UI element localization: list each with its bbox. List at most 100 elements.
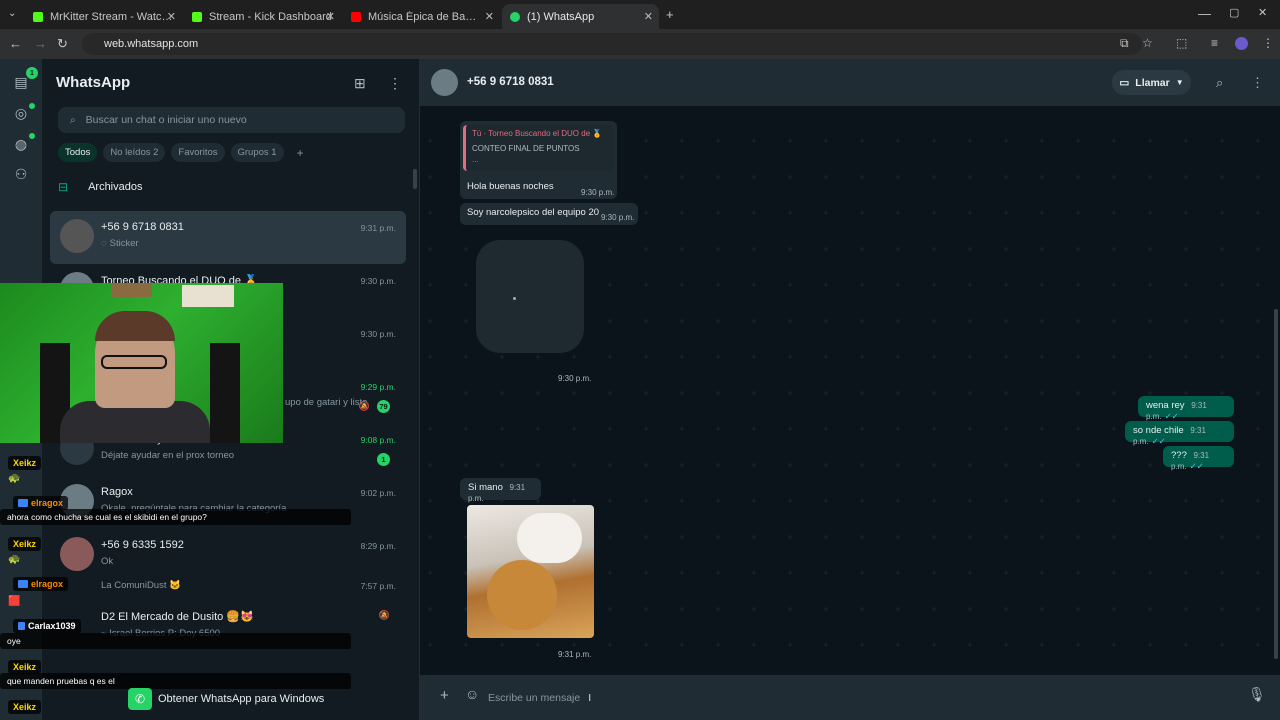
chat-time: 9:30 p.m.: [360, 276, 396, 286]
chip-groups[interactable]: Grupos 1: [230, 143, 284, 162]
minimize-icon[interactable]: —: [1198, 6, 1211, 21]
emoji-icon[interactable]: ☺: [465, 686, 479, 702]
forward-icon[interactable]: →: [34, 36, 47, 51]
chat-preview: ◌ Sticker: [101, 238, 139, 249]
stream-chat-emote: 🐢: [8, 549, 20, 567]
chat-text: ahora como chucha se cual es el skibidi …: [0, 509, 351, 525]
tab-label: Música Épica de Batalla Legendaria: [368, 10, 492, 23]
attach-plus-icon[interactable]: +: [440, 687, 449, 704]
search-icon: ⌕: [70, 114, 76, 126]
search-icon[interactable]: ⌕: [1216, 75, 1223, 91]
chat-time: 9:30 p.m.: [360, 329, 396, 339]
sidebar-scrollbar[interactable]: [413, 169, 417, 189]
chat-username: elragox: [13, 496, 69, 510]
emote: 🐢: [8, 473, 21, 484]
quote-author: Tú · Torneo Buscando el DUO de 🏅: [472, 129, 603, 138]
unread-badge: 1: [377, 453, 390, 466]
conversation-scrollbar[interactable]: [1274, 309, 1278, 659]
image-message[interactable]: [467, 505, 594, 638]
quoted-message[interactable]: Tú · Torneo Buscando el DUO de 🏅 CONTEO …: [463, 125, 613, 171]
communities-icon[interactable]: ⚇: [12, 166, 30, 184]
chip-unread[interactable]: No leídos 2: [103, 143, 166, 162]
archived-row[interactable]: ⊟ Archivados: [58, 180, 142, 194]
channels-icon[interactable]: ◍: [12, 136, 30, 154]
kick-icon: [33, 11, 43, 22]
tab-kick-dashboard[interactable]: Stream - Kick Dashboard ✕: [184, 4, 341, 29]
read-receipt-icon: ✓✓: [1164, 411, 1179, 421]
new-tab-icon[interactable]: +: [666, 7, 674, 22]
badge-icon: [18, 622, 25, 630]
add-filter-button[interactable]: +: [290, 143, 311, 162]
sticker-message[interactable]: [476, 240, 584, 353]
chat-name: Ragox: [101, 486, 133, 498]
url-field[interactable]: web.whatsapp.com: [82, 33, 1142, 55]
address-bar: ← → ↻ web.whatsapp.com ⧉ ☆ ⬚ ≡ ⋮: [0, 29, 1280, 59]
tab-label: (1) WhatsApp: [527, 10, 595, 23]
browser-menu-icon[interactable]: ⋮: [1262, 36, 1274, 50]
bookmark-star-icon[interactable]: ☆: [1142, 36, 1153, 50]
message-input[interactable]: Escribe un mensaje I: [488, 685, 1228, 711]
contact-avatar[interactable]: [431, 69, 458, 96]
call-label: Llamar: [1135, 76, 1170, 89]
chat-row[interactable]: La ComuniDust 🐱 7:57 p.m.: [50, 580, 406, 604]
text-cursor-icon: I: [588, 692, 592, 704]
stream-chat-message: Xeikz: [8, 697, 42, 715]
close-icon[interactable]: ✕: [485, 10, 494, 23]
tab-search-icon[interactable]: ⌄: [8, 8, 16, 19]
whatsapp-icon: [510, 11, 520, 22]
stream-chat-text: oye: [0, 633, 351, 649]
tab-label: Stream - Kick Dashboard: [209, 10, 332, 23]
chip-all[interactable]: Todos: [58, 143, 98, 162]
gaming-chair: [210, 343, 240, 443]
message-bubble-out: wena rey 9:31 p.m. ✓✓: [1138, 396, 1234, 421]
username-text: elragox: [31, 579, 64, 589]
window-close-icon[interactable]: ✕: [1258, 6, 1267, 19]
app-title: WhatsApp: [56, 74, 131, 91]
message-text: ???: [1171, 450, 1187, 461]
kick-badge-icon: [18, 580, 28, 588]
call-button[interactable]: ▭ Llamar ▼: [1112, 70, 1191, 95]
install-app-icon[interactable]: ⧉: [1120, 36, 1129, 51]
chip-favorites[interactable]: Favoritos: [171, 143, 225, 162]
streamer-glasses: [101, 355, 167, 369]
chat-preview: La ComuniDust 🐱: [101, 580, 181, 591]
get-whatsapp-windows-link[interactable]: ✆ Obtener WhatsApp para Windows: [128, 688, 324, 710]
tab-whatsapp[interactable]: (1) WhatsApp ✕: [502, 4, 659, 29]
chat-time: 9:29 p.m.: [360, 382, 396, 392]
message-text: Soy narcolepsico del equipo 20: [467, 207, 600, 218]
streamer-hair: [95, 311, 175, 341]
emote: 🟥: [8, 596, 21, 607]
close-icon[interactable]: ✕: [644, 10, 653, 23]
url-text: web.whatsapp.com: [104, 38, 199, 50]
chat-row[interactable]: D2 El Mercado de Dusito 🍔😻 ~ Israel Berr…: [50, 604, 406, 657]
contact-name[interactable]: +56 9 6718 0831: [467, 76, 554, 88]
chat-preview: upo de gatari y listo: [285, 397, 368, 408]
microphone-icon[interactable]: 🎙: [1248, 686, 1266, 703]
username-text: elragox: [31, 498, 64, 508]
chat-row[interactable]: +56 9 6718 0831 ◌ Sticker 9:31 p.m.: [50, 211, 406, 264]
tab-kick-stream[interactable]: MrKitter Stream - Watch Live on Kick ✕: [25, 4, 182, 29]
browser-tab-strip: ⌄ MrKitter Stream - Watch Live on Kick ✕…: [0, 0, 1280, 29]
search-input[interactable]: ⌕ Buscar un chat o iniciar uno nuevo: [58, 107, 405, 133]
new-chat-icon[interactable]: ⊞: [354, 75, 366, 92]
menu-icon[interactable]: ⋮: [388, 75, 402, 92]
status-icon[interactable]: ◎: [12, 105, 30, 123]
chat-row[interactable]: +56 9 6335 1592 Ok 8:29 p.m.: [50, 529, 406, 582]
close-icon[interactable]: ✕: [167, 10, 176, 23]
extensions-icon[interactable]: ⬚: [1176, 36, 1187, 50]
maximize-icon[interactable]: ▢: [1229, 6, 1239, 19]
chat-name: D2 El Mercado de Dusito 🍔😻: [101, 611, 254, 623]
back-icon[interactable]: ←: [9, 36, 22, 51]
sticker-icon: ◌: [101, 238, 107, 249]
menu-icon[interactable]: ⋮: [1251, 75, 1264, 91]
tab-youtube-music[interactable]: Música Épica de Batalla Legendaria ✕: [343, 4, 500, 29]
stream-chat-text: que manden pruebas q es el: [0, 673, 351, 689]
media-icon[interactable]: ≡: [1211, 36, 1218, 50]
chat-time: 9:08 p.m.: [360, 435, 396, 445]
reload-icon[interactable]: ↻: [57, 36, 68, 52]
muted-icon: 🔕: [358, 401, 370, 411]
close-icon[interactable]: ✕: [326, 10, 335, 23]
stream-chat-emote: 🟥: [8, 591, 20, 609]
profile-avatar[interactable]: [1235, 37, 1248, 50]
chat-preview: Ok: [101, 556, 114, 567]
